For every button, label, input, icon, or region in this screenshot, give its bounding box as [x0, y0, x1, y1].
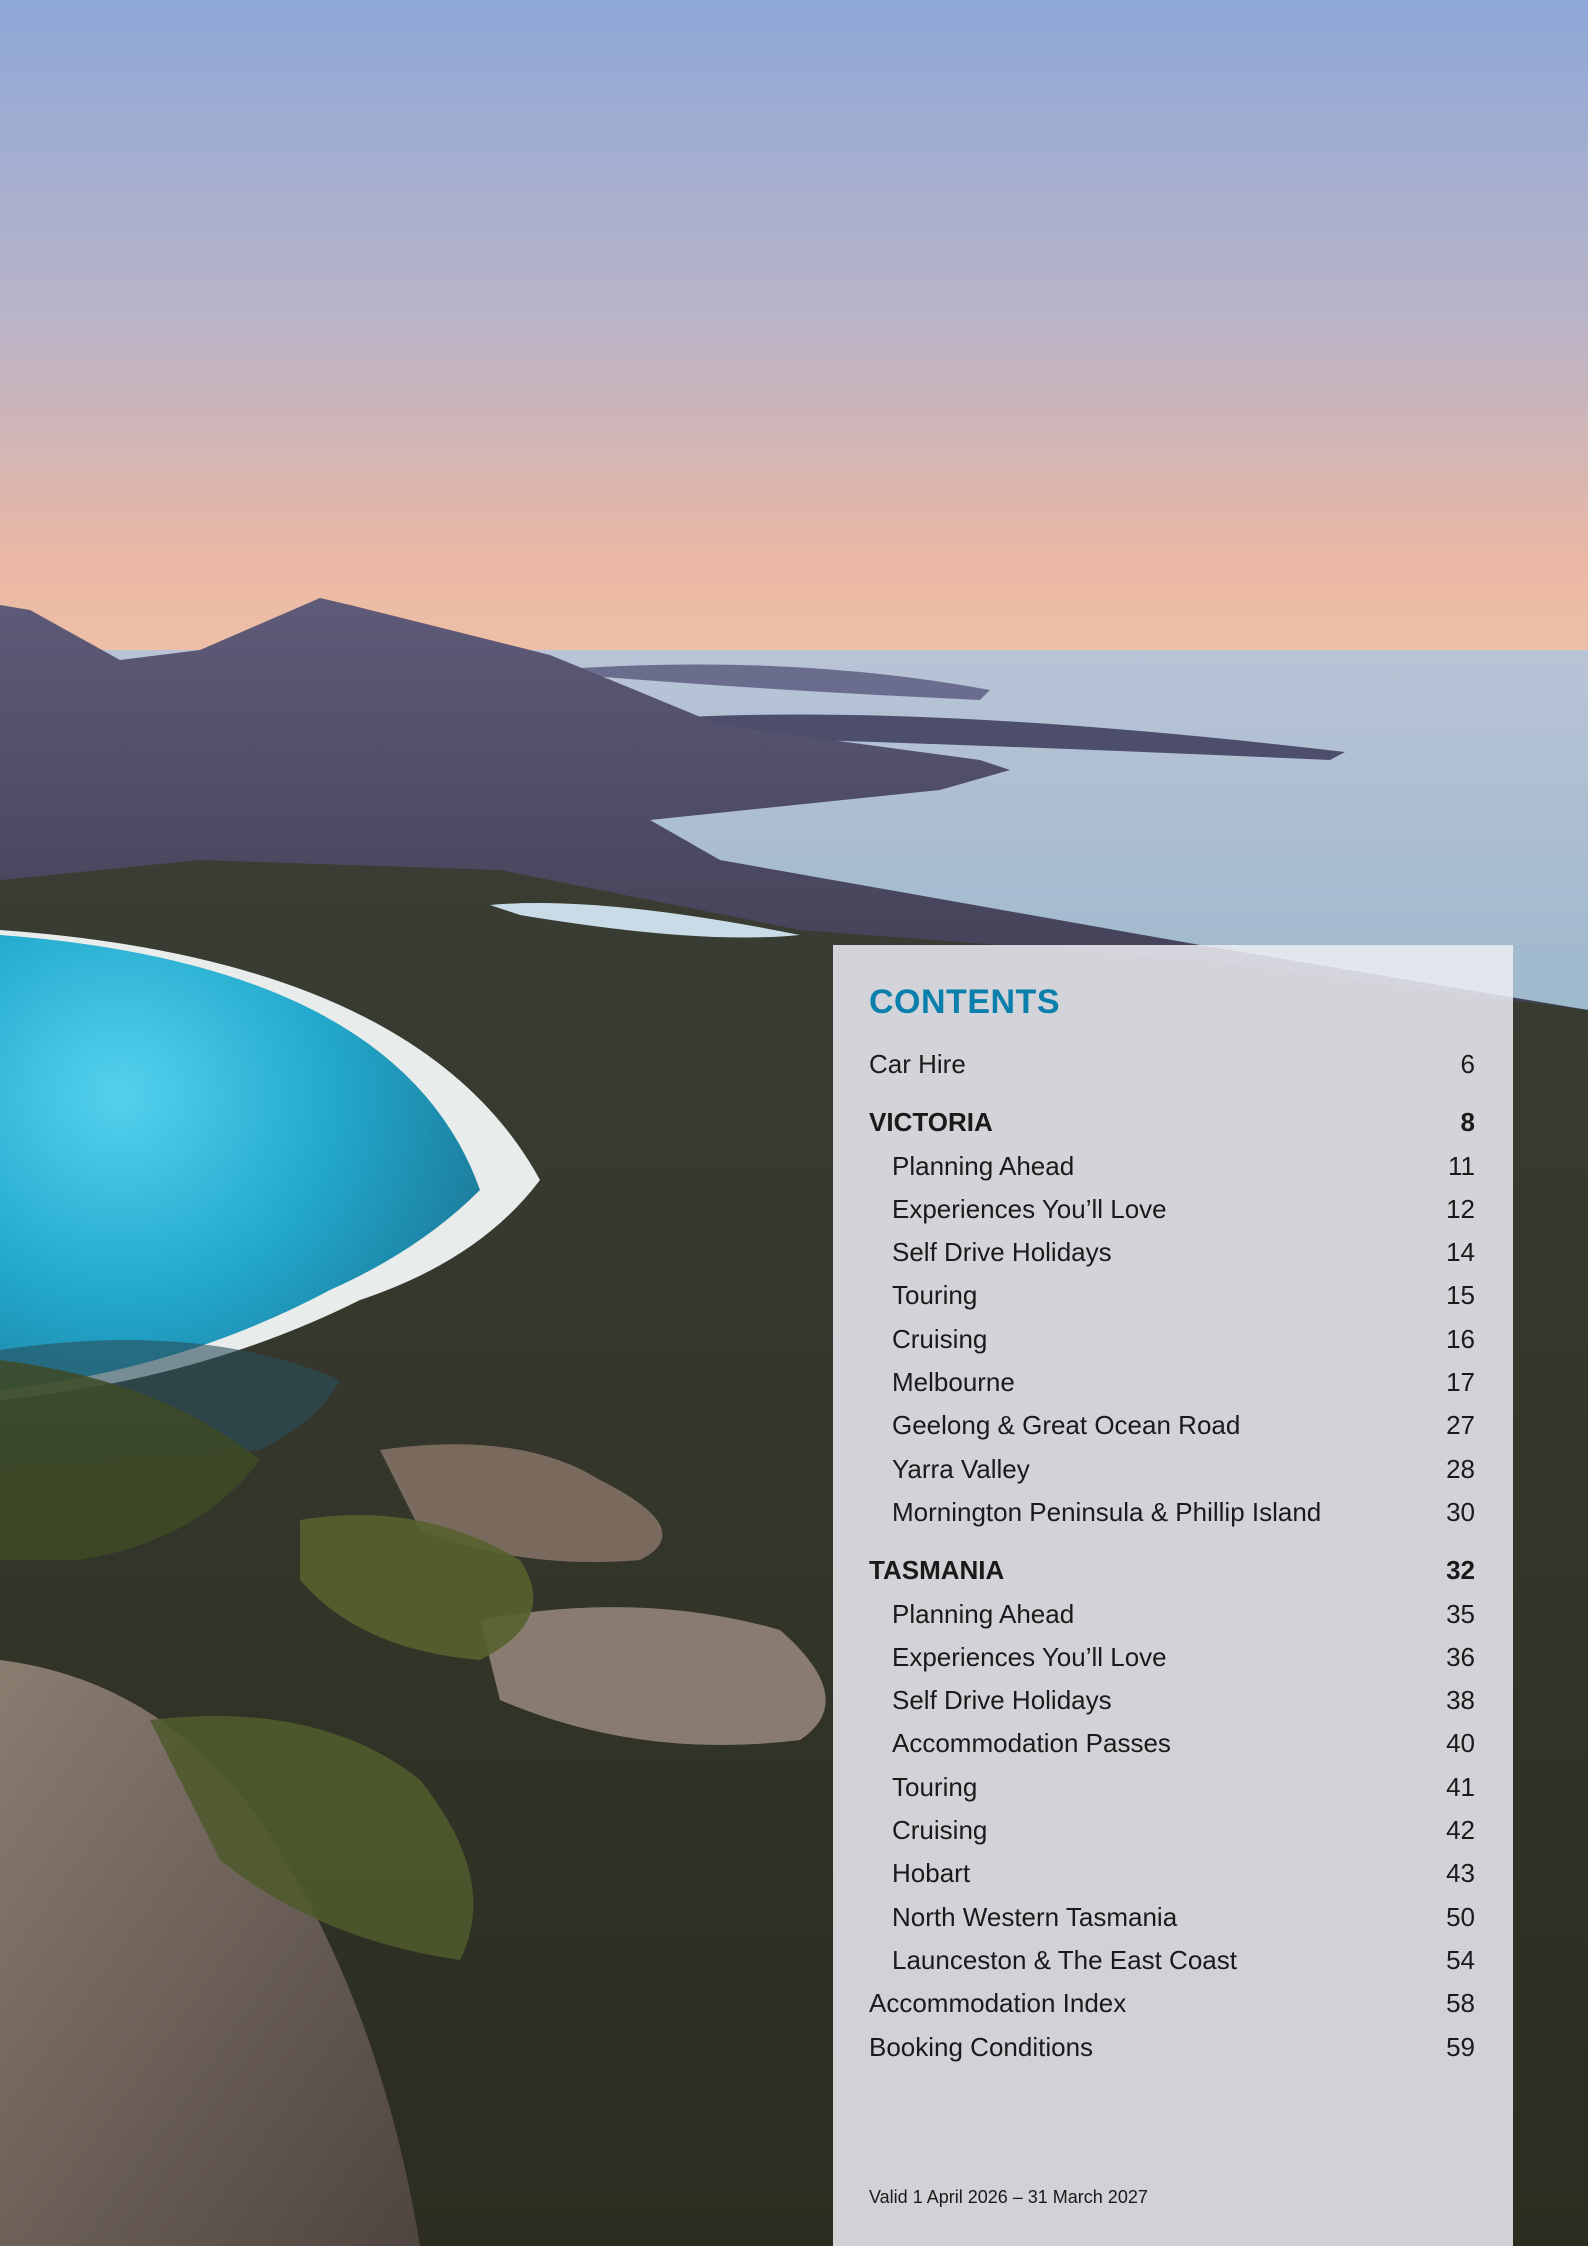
toc-entry-title: Experiences You’ll Love: [892, 1193, 1167, 1224]
validity-note: Valid 1 April 2026 – 31 March 2027: [869, 2187, 1148, 2207]
toc-entry-title: Melbourne: [892, 1367, 1015, 1398]
toc-entry-page: 8: [1460, 1107, 1475, 1138]
toc-entry-page: 42: [1446, 1815, 1475, 1846]
contents-heading: CONTENTS: [869, 983, 1060, 1021]
toc-entry-title: North Western Tasmania: [892, 1901, 1178, 1932]
toc-entry-page: 43: [1446, 1858, 1475, 1889]
toc-entry-title: Self Drive Holidays: [892, 1685, 1112, 1716]
toc-entry-page: 16: [1446, 1323, 1475, 1354]
toc-entry-page: 27: [1446, 1410, 1475, 1441]
toc-entry-page: 14: [1446, 1237, 1475, 1268]
toc-entry-title: Cruising: [892, 1323, 988, 1354]
toc-entry[interactable]: Self Drive Holidays 14: [869, 1231, 1475, 1274]
toc-entry-page: 40: [1446, 1728, 1475, 1759]
toc-entry-page: 6: [1460, 1049, 1475, 1079]
toc-entry[interactable]: Accommodation Index 58: [869, 1982, 1475, 2025]
toc-entry-page: 11: [1448, 1150, 1475, 1181]
toc-entry-page: 50: [1446, 1901, 1475, 1932]
toc-entry[interactable]: Mornington Peninsula & Phillip Island 30: [869, 1491, 1475, 1534]
toc-entry-title: Planning Ahead: [892, 1150, 1075, 1181]
toc-entry-title: Experiences You’ll Love: [892, 1641, 1167, 1672]
toc-entry[interactable]: Yarra Valley 28: [869, 1448, 1475, 1491]
toc-entry[interactable]: Touring 15: [869, 1274, 1475, 1317]
toc-entry-title: Cruising: [892, 1815, 988, 1846]
toc-entry-title: Hobart: [892, 1858, 971, 1889]
toc-entry-page: 17: [1446, 1367, 1475, 1398]
toc-entry-title: VICTORIA: [869, 1107, 993, 1138]
toc-entry-title: Geelong & Great Ocean Road: [892, 1410, 1241, 1441]
toc-entry-title: Booking Conditions: [869, 2031, 1094, 2062]
toc-entry-page: 32: [1446, 1555, 1475, 1586]
toc-entry-page: 36: [1446, 1641, 1475, 1672]
toc-entry-page: 35: [1446, 1598, 1475, 1629]
toc-entry[interactable]: Car Hire 6: [869, 1043, 1475, 1086]
contents-panel: CONTENTS Car Hire 6 VICTORIA 8 Planning Ahea…: [833, 945, 1513, 2246]
toc-entry[interactable]: Launceston & The East Coast 54: [869, 1939, 1475, 1982]
toc-entry[interactable]: North Western Tasmania 50: [869, 1896, 1475, 1939]
toc-entry[interactable]: Hobart 43: [869, 1852, 1475, 1895]
toc-entry-title: TASMANIA: [869, 1555, 1005, 1586]
toc-entry[interactable]: Geelong & Great Ocean Road 27: [869, 1404, 1475, 1447]
toc-entry-page: 59: [1446, 2031, 1475, 2062]
toc-entry[interactable]: TASMANIA 32: [869, 1549, 1475, 1592]
toc-entry-page: 12: [1446, 1193, 1475, 1224]
toc-entry[interactable]: Accommodation Passes 40: [869, 1722, 1475, 1765]
toc-entry-page: 58: [1446, 1988, 1475, 2019]
toc-entry-title: Car Hire: [869, 1049, 966, 1079]
toc-entry[interactable]: Experiences You’ll Love 36: [869, 1636, 1475, 1679]
toc-entry[interactable]: Planning Ahead 11: [869, 1145, 1475, 1188]
toc-entry[interactable]: Experiences You’ll Love 12: [869, 1188, 1475, 1231]
toc-entry[interactable]: Melbourne 17: [869, 1361, 1475, 1404]
toc-entry-page: 15: [1446, 1280, 1475, 1311]
toc-entry[interactable]: Cruising 16: [869, 1318, 1475, 1361]
toc-entry-page: 28: [1446, 1453, 1475, 1484]
toc-entry-title: Planning Ahead: [892, 1598, 1075, 1629]
toc-entry-page: 41: [1446, 1771, 1475, 1802]
toc-entry-title: Touring: [892, 1280, 978, 1311]
toc-entry-title: Accommodation Passes: [892, 1728, 1171, 1759]
toc-entry-title: Accommodation Index: [869, 1988, 1127, 2019]
toc-entry-title: Launceston & The East Coast: [892, 1944, 1237, 1975]
contents-list: Car Hire 6 VICTORIA 8 Planning Ahead 11 Experi…: [869, 1043, 1475, 2069]
toc-entry-title: Touring: [892, 1771, 978, 1802]
toc-entry[interactable]: Booking Conditions 59: [869, 2026, 1475, 2069]
toc-entry-title: Yarra Valley: [892, 1453, 1030, 1484]
toc-entry-page: 54: [1446, 1944, 1475, 1975]
toc-entry[interactable]: VICTORIA 8: [869, 1101, 1475, 1144]
toc-entry[interactable]: Touring 41: [869, 1766, 1475, 1809]
toc-entry[interactable]: Self Drive Holidays 38: [869, 1679, 1475, 1722]
toc-entry-title: Mornington Peninsula & Phillip Island: [892, 1496, 1322, 1527]
toc-entry-page: 30: [1446, 1496, 1475, 1527]
toc-entry[interactable]: Planning Ahead 35: [869, 1593, 1475, 1636]
toc-entry-page: 38: [1446, 1685, 1475, 1716]
toc-entry[interactable]: Cruising 42: [869, 1809, 1475, 1852]
toc-entry-title: Self Drive Holidays: [892, 1237, 1112, 1268]
